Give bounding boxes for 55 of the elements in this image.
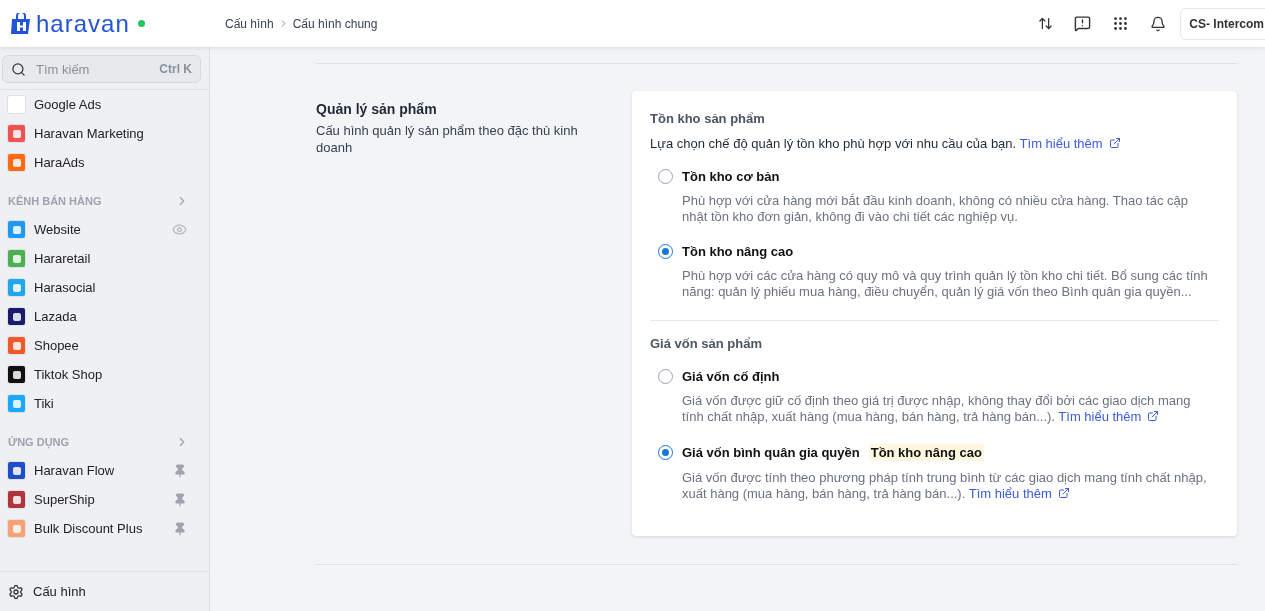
section-heading: KÊNH BÁN HÀNG bbox=[8, 195, 102, 207]
sidebar-item[interactable]: SuperShip bbox=[0, 485, 209, 514]
option-description: Phù hợp với các cửa hàng có quy mô và quy trình quản lý tồn kho chi tiết. Bổ sung các tính năng: quản lý phiếu mua hàng, điều chuyển, quản lý giá vốn theo Bình quân gia quyền... bbox=[682, 267, 1209, 300]
sidebar-item[interactable]: Google Ads bbox=[0, 90, 209, 119]
learn-more-link[interactable]: Tìm hiểu thêm bbox=[1058, 409, 1160, 425]
pin-icon[interactable] bbox=[173, 463, 187, 478]
sidebar-item[interactable]: Tiki bbox=[0, 389, 209, 418]
group-title: Giá vốn sản phẩm bbox=[650, 336, 763, 351]
account-button[interactable]: CS- Intercom bbox=[1180, 7, 1265, 40]
radio-button[interactable] bbox=[658, 169, 673, 184]
search-icon bbox=[11, 61, 26, 77]
apps-grid-icon[interactable] bbox=[1112, 15, 1130, 32]
group-title: Tồn kho sản phẩm bbox=[650, 111, 766, 126]
sidebar-item[interactable]: Website bbox=[0, 215, 209, 244]
breadcrumb-item: Cấu hình chung bbox=[292, 16, 378, 31]
option-description: Giá vốn được tính theo phương pháp tính trung bình từ các giao dịch mang tính chất nhập, xuất hàng (mua hàng, bán hàng, trả hàng bán...). Tìm hiểu thêm bbox=[682, 469, 1208, 502]
logo-text: haravan bbox=[36, 9, 130, 38]
radio-button[interactable] bbox=[658, 243, 673, 259]
external-link-icon bbox=[1108, 137, 1121, 149]
option-tag: Tồn kho nâng cao bbox=[868, 443, 984, 461]
option-label: Tồn kho cơ bản bbox=[682, 169, 780, 184]
section-title: Quản lý sản phẩm bbox=[316, 101, 438, 117]
sidebar-item[interactable]: Harasocial bbox=[0, 273, 209, 302]
radio-button[interactable] bbox=[658, 444, 673, 460]
pin-icon[interactable] bbox=[173, 492, 187, 507]
sidebar-item[interactable]: Haravan Marketing bbox=[0, 119, 209, 148]
external-link-icon bbox=[1147, 410, 1160, 423]
breadcrumb-item[interactable]: Cấu hình bbox=[225, 16, 274, 31]
settings-icon bbox=[8, 583, 24, 600]
section-heading: ỨNG DỤNG bbox=[8, 436, 70, 448]
eye-icon[interactable] bbox=[172, 222, 187, 237]
shortcut-hint: Ctrl K bbox=[159, 62, 192, 76]
feedback-icon[interactable] bbox=[1074, 15, 1092, 32]
option-label: Giá vốn cố định bbox=[682, 369, 780, 384]
sidebar-item[interactable]: Shopee bbox=[0, 331, 209, 360]
bell-icon[interactable] bbox=[1150, 15, 1167, 32]
sidebar-item[interactable]: Bulk Discount Plus bbox=[0, 514, 209, 543]
option-description: Phù hợp với cửa hàng mới bắt đầu kinh doanh, không có nhiều cửa hàng. Thao tác cập nhật tồn kho đơn giản, không đi vào chi tiết các nghiệp vụ. bbox=[682, 193, 1190, 226]
sidebar-item[interactable]: Tiktok Shop bbox=[0, 360, 209, 389]
option-description: Giá vốn được giữ cố định theo giá trị được nhập, không thay đổi bởi các giao dịch mang tính chất nhập, xuất hàng (mua hàng, bán hàng, trả hàng bán...). Tìm hiểu thêm bbox=[682, 393, 1192, 426]
external-link-icon bbox=[1057, 486, 1070, 499]
group-intro: Lựa chọn chế độ quản lý tồn kho phù hợp với nhu cầu của bạn. Tìm hiểu thêm bbox=[650, 136, 1219, 151]
search-input[interactable]: Tìm kiếm bbox=[34, 60, 152, 78]
learn-more-link[interactable]: Tìm hiểu thêm bbox=[1019, 136, 1121, 151]
sidebar-item[interactable]: Lazada bbox=[0, 302, 209, 331]
option-label: Giá vốn bình quân gia quyền bbox=[682, 444, 860, 460]
option-label: Tồn kho nâng cao bbox=[682, 243, 794, 259]
settings-item[interactable]: Cấu hình bbox=[0, 571, 209, 611]
radio-button[interactable] bbox=[658, 369, 673, 384]
sidebar-item[interactable]: HaraAds bbox=[0, 148, 209, 177]
learn-more-link[interactable]: Tìm hiểu thêm bbox=[968, 485, 1070, 501]
pin-icon[interactable] bbox=[173, 521, 187, 536]
sidebar-item[interactable]: Hararetail bbox=[0, 244, 209, 273]
sidebar-item[interactable]: Haravan Flow bbox=[0, 456, 209, 485]
section-description: Cấu hình quản lý sản phẩm theo đặc thù kinh doanh bbox=[316, 123, 579, 157]
